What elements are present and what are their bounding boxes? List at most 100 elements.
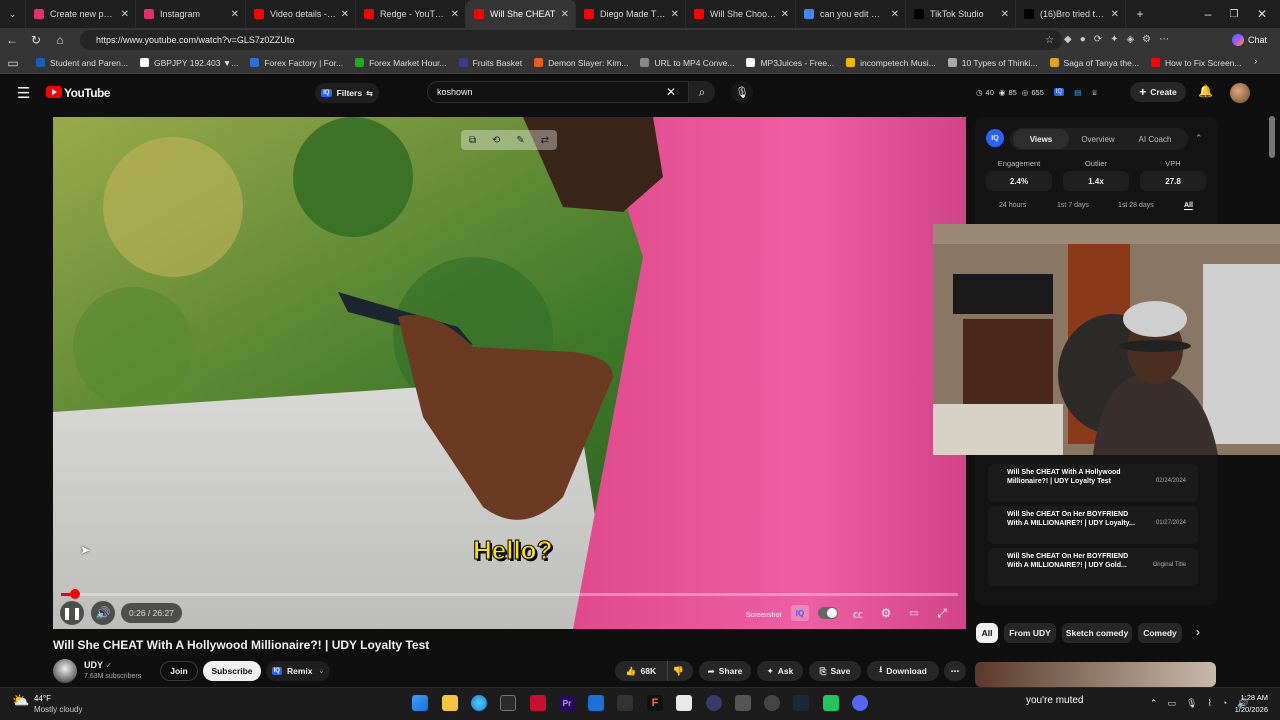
range-all[interactable]: All	[1184, 202, 1193, 210]
clock-date[interactable]: 1/20/2026	[1220, 705, 1268, 714]
weather-temperature[interactable]: 44°F	[34, 694, 51, 703]
youtube-logo-icon[interactable]	[46, 86, 62, 98]
minimize-icon[interactable]: –	[1196, 2, 1220, 26]
extension-icons[interactable]: ◆●⟳✦◈⚙⋯	[1064, 34, 1177, 45]
download-button[interactable]: ⭳ Download	[867, 661, 939, 681]
tab-close-icon[interactable]: ✕	[561, 9, 569, 20]
browser-tab[interactable]: Instagram ✕	[136, 0, 246, 28]
ask-button[interactable]: ✦ Ask	[757, 661, 803, 681]
fullscreen-icon[interactable]: ⤢	[932, 604, 952, 622]
bookmark-item[interactable]: Demon Slayer: Kim...	[534, 58, 628, 68]
tab-close-icon[interactable]: ✕	[121, 9, 129, 20]
chip-sketch-comedy[interactable]: Sketch comedy	[1062, 623, 1132, 643]
bookmark-item[interactable]: Fruits Basket	[458, 58, 522, 68]
create-button[interactable]: + Create	[1130, 82, 1186, 102]
bookmark-item[interactable]: GBPJPY 192.403 ▼...	[139, 58, 238, 68]
volume-button[interactable]: 🔊	[91, 601, 115, 625]
restore-icon[interactable]: ❐	[1222, 2, 1246, 26]
iq-tab-ai-coach[interactable]: AI Coach	[1127, 129, 1183, 149]
edge-browser-icon[interactable]	[471, 695, 487, 711]
tab-close-icon[interactable]: ✕	[781, 9, 789, 20]
tab-close-icon[interactable]: ✕	[341, 9, 349, 20]
title-history-row[interactable]: Will She CHEAT On Her BOYFRIEND With A M…	[988, 548, 1198, 586]
tab-close-icon[interactable]: ✕	[1111, 9, 1119, 20]
pip-icon[interactable]: ⧉	[469, 135, 476, 146]
browser-tab[interactable]: Create new post • In ✕	[26, 0, 136, 28]
theater-mode-icon[interactable]: ▭	[904, 604, 924, 622]
page-scrollbar-thumb[interactable]	[1269, 116, 1275, 158]
back-icon[interactable]: ←	[0, 28, 24, 52]
outlook-icon[interactable]	[588, 695, 604, 711]
chip-all[interactable]: All	[976, 623, 998, 643]
tab-close-icon[interactable]: ✕	[891, 9, 899, 20]
filters-button[interactable]: IQ Filters ⇆	[315, 83, 379, 103]
mcafee-icon[interactable]	[530, 695, 546, 711]
bookmarks-more-icon[interactable]: ›	[1254, 56, 1257, 67]
chip-comedy[interactable]: Comedy	[1138, 623, 1182, 643]
weather-cloud-icon[interactable]: ⛅	[12, 692, 29, 709]
close-window-icon[interactable]: ✕	[1250, 2, 1274, 26]
channel-name[interactable]: UDY ✓	[84, 660, 112, 670]
fl-studio-icon[interactable]: F	[647, 695, 663, 711]
tab-close-icon[interactable]: ✕	[1001, 9, 1009, 20]
subscribe-button[interactable]: Subscribe	[203, 661, 261, 681]
notes-icon[interactable]: ✎	[516, 135, 524, 146]
range-28-days[interactable]: 1st 28 days	[1118, 202, 1154, 209]
reload-icon[interactable]: ↻	[24, 28, 48, 52]
iq-tab-overview[interactable]: Overview	[1071, 129, 1125, 149]
chart-icon[interactable]: ▤	[1074, 88, 1081, 97]
browser-tab[interactable]: Will She CHEAT ✕	[466, 0, 576, 28]
progress-bar[interactable]	[61, 589, 958, 599]
clear-search-icon[interactable]: ✕	[666, 85, 676, 99]
pause-button[interactable]: ❚❚	[60, 601, 84, 625]
bookmark-item[interactable]: Forex Factory | For...	[250, 58, 343, 68]
more-actions-button[interactable]: ⋯	[944, 661, 966, 681]
browser-tab[interactable]: (16)Bro tried to sne ✕	[1016, 0, 1126, 28]
share-button[interactable]: ➦ Share	[699, 661, 751, 681]
dislike-button[interactable]: 👎	[667, 661, 689, 681]
bookmark-item[interactable]: How to Fix Screen...	[1150, 58, 1242, 68]
search-button[interactable]: ⌕	[689, 81, 715, 103]
iq-player-icon[interactable]: IQ	[791, 605, 809, 621]
video-player[interactable]: ⧉ ⟲ ✎ ⇄ Hello? ➤ ❚❚ 🔊 0:26 / 26:27 Screensh…	[53, 117, 966, 629]
loop-icon[interactable]: ⟲	[492, 135, 500, 146]
browser-tab[interactable]: Diego Made This Ga ✕	[576, 0, 686, 28]
home-icon[interactable]: ⌂	[48, 28, 72, 52]
autoplay-toggle[interactable]	[818, 607, 838, 619]
trophy-icon[interactable]: ♕	[1091, 88, 1098, 97]
bookmark-item[interactable]: URL to MP4 Conve...	[640, 58, 734, 68]
app-icon[interactable]	[617, 695, 633, 711]
youtube-logo-text[interactable]: YouTube	[64, 86, 111, 100]
range-24-hours[interactable]: 24 hours	[999, 202, 1026, 209]
weather-condition[interactable]: Mostly cloudy	[34, 705, 82, 714]
new-tab-button[interactable]: +	[1128, 2, 1152, 26]
bookmark-item[interactable]: Forex Market Hour...	[355, 58, 447, 68]
settings-gear-icon[interactable]: ⚙	[876, 604, 896, 622]
clock-time[interactable]: 1:28 AM	[1230, 693, 1268, 702]
github-icon[interactable]	[764, 695, 780, 711]
notifications-bell-icon[interactable]: 🔔	[1198, 84, 1213, 98]
account-avatar[interactable]	[1230, 83, 1250, 103]
browser-tab[interactable]: can you edit mpg fil ✕	[796, 0, 906, 28]
iq-header-icon[interactable]: IQ	[1053, 88, 1065, 96]
tab-close-icon[interactable]: ✕	[231, 9, 239, 20]
tab-close-icon[interactable]: ✕	[451, 9, 459, 20]
store-icon[interactable]	[500, 695, 516, 711]
chips-next-icon[interactable]: ›	[1196, 625, 1200, 639]
search-input[interactable]: koshown ✕	[427, 81, 689, 103]
bookmark-item[interactable]: 10 Types of Thinki...	[947, 58, 1038, 68]
captions-icon[interactable]: ㏄	[848, 604, 868, 622]
capcut-icon[interactable]	[823, 695, 839, 711]
remix-button[interactable]: IQ Remix ⌄	[266, 661, 330, 681]
recommended-thumbnail[interactable]	[975, 662, 1216, 687]
browser-tab[interactable]: Redge - YouTube ✕	[356, 0, 466, 28]
file-explorer-icon[interactable]	[442, 695, 458, 711]
save-button[interactable]: ⎘ Save	[809, 661, 861, 681]
voice-search-button[interactable]: 🎙	[731, 81, 753, 103]
address-bar[interactable]: https://www.youtube.com/watch?v=GLS7z0ZZ…	[80, 30, 1062, 50]
screenshot-label[interactable]: Screenshot	[746, 612, 781, 619]
translate-icon[interactable]: ⇄	[541, 135, 549, 146]
channel-avatar[interactable]	[53, 659, 77, 683]
obs-icon[interactable]	[706, 695, 722, 711]
title-history-row[interactable]: Will She CHEAT On Her BOYFRIEND With A M…	[988, 506, 1198, 544]
